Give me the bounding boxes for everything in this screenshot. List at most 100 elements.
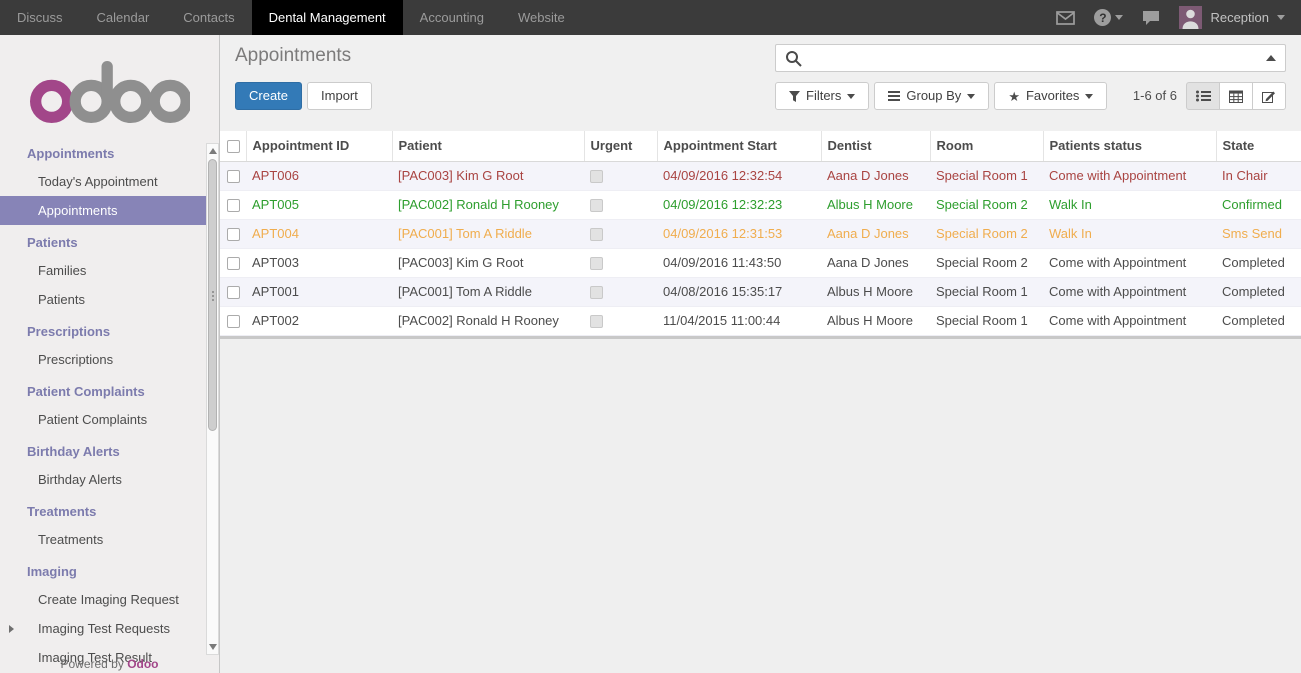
column-header-patients-status[interactable]: Patients status — [1043, 131, 1216, 161]
cell-patient[interactable]: [PAC002] Ronald H Rooney — [392, 190, 584, 219]
sidebar-item-treatments[interactable]: Treatments — [0, 525, 219, 554]
cell-status[interactable]: Come with Appointment — [1043, 248, 1216, 277]
column-header-urgent[interactable]: Urgent — [584, 131, 657, 161]
row-checkbox[interactable] — [227, 199, 240, 212]
column-header-patient[interactable]: Patient — [392, 131, 584, 161]
cell-status[interactable]: Walk In — [1043, 190, 1216, 219]
cell-room[interactable]: Special Room 1 — [930, 161, 1043, 190]
cell-patient[interactable]: [PAC001] Tom A Riddle — [392, 219, 584, 248]
cell-id[interactable]: APT003 — [246, 248, 392, 277]
cell-dentist[interactable]: Albus H Moore — [821, 190, 930, 219]
sidebar-item-imaging-test-requests[interactable]: Imaging Test Requests — [0, 614, 219, 643]
cell-start[interactable]: 04/09/2016 12:31:53 — [657, 219, 821, 248]
row-checkbox[interactable] — [227, 170, 240, 183]
scrollbar-thumb[interactable] — [208, 159, 217, 431]
row-checkbox[interactable] — [227, 286, 240, 299]
column-header-dentist[interactable]: Dentist — [821, 131, 930, 161]
cell-room[interactable]: Special Room 2 — [930, 190, 1043, 219]
row-checkbox[interactable] — [227, 228, 240, 241]
cell-id[interactable]: APT001 — [246, 277, 392, 306]
table-row-apt004[interactable]: APT004[PAC001] Tom A Riddle04/09/2016 12… — [220, 219, 1301, 248]
menu-item-contacts[interactable]: Contacts — [166, 0, 251, 35]
favorites-button[interactable]: ★ Favorites — [994, 82, 1107, 110]
menu-item-dental-management[interactable]: Dental Management — [252, 0, 403, 35]
envelope-icon[interactable] — [1056, 11, 1075, 25]
cell-start[interactable]: 04/08/2016 15:35:17 — [657, 277, 821, 306]
column-header-room[interactable]: Room — [930, 131, 1043, 161]
list-view-button[interactable] — [1186, 82, 1220, 110]
sidebar-item-appointments[interactable]: Appointments — [0, 196, 219, 225]
cell-dentist[interactable]: Aana D Jones — [821, 161, 930, 190]
sidebar-item-prescriptions[interactable]: Prescriptions — [0, 345, 219, 374]
cell-start[interactable]: 11/04/2015 11:00:44 — [657, 306, 821, 335]
cell-status[interactable]: Come with Appointment — [1043, 306, 1216, 335]
user-menu[interactable]: Reception — [1179, 6, 1285, 29]
row-checkbox[interactable] — [227, 257, 240, 270]
column-header-appointment-id[interactable]: Appointment ID — [246, 131, 392, 161]
table-row-apt002[interactable]: APT002[PAC002] Ronald H Rooney 11/04/2015… — [220, 306, 1301, 335]
sidebar-item-patient-complaints[interactable]: Patient Complaints — [0, 405, 219, 434]
import-button[interactable]: Import — [307, 82, 372, 110]
cell-status[interactable]: Come with Appointment — [1043, 161, 1216, 190]
sidebar-item-families[interactable]: Families — [0, 256, 219, 285]
cell-dentist[interactable]: Albus H Moore — [821, 306, 930, 335]
cell-patient[interactable]: [PAC001] Tom A Riddle — [392, 277, 584, 306]
form-edit-button[interactable] — [1252, 82, 1286, 110]
search-expand-caret-icon[interactable] — [1266, 55, 1276, 61]
cell-urgent[interactable] — [584, 306, 657, 335]
column-header-state[interactable]: State — [1216, 131, 1301, 161]
menu-item-discuss[interactable]: Discuss — [0, 0, 80, 35]
table-row-apt001[interactable]: APT001[PAC001] Tom A Riddle 04/08/2016 15… — [220, 277, 1301, 306]
search-input[interactable] — [809, 51, 1266, 66]
cell-state[interactable]: In Chair — [1216, 161, 1301, 190]
table-row-apt006[interactable]: APT006[PAC003] Kim G Root04/09/2016 12:3… — [220, 161, 1301, 190]
chevron-right-icon[interactable] — [9, 625, 14, 633]
help-menu-button[interactable]: ? — [1094, 9, 1123, 26]
cell-state[interactable]: Completed — [1216, 306, 1301, 335]
cell-room[interactable]: Special Room 1 — [930, 306, 1043, 335]
group-by-button[interactable]: Group By — [874, 82, 989, 110]
cell-status[interactable]: Walk In — [1043, 219, 1216, 248]
cell-dentist[interactable]: Aana D Jones — [821, 219, 930, 248]
cell-urgent[interactable] — [584, 248, 657, 277]
sidebar-item-birthday-alerts[interactable]: Birthday Alerts — [0, 465, 219, 494]
menu-item-calendar[interactable]: Calendar — [80, 0, 167, 35]
cell-room[interactable]: Special Room 2 — [930, 219, 1043, 248]
select-all-checkbox[interactable] — [227, 140, 240, 153]
cell-patient[interactable]: [PAC003] Kim G Root — [392, 248, 584, 277]
cell-urgent[interactable] — [584, 219, 657, 248]
column-header-appointment-start[interactable]: Appointment Start — [657, 131, 821, 161]
table-row-apt005[interactable]: APT005[PAC002] Ronald H Rooney 04/09/2016… — [220, 190, 1301, 219]
cell-status[interactable]: Come with Appointment — [1043, 277, 1216, 306]
cell-start[interactable]: 04/09/2016 12:32:23 — [657, 190, 821, 219]
cell-room[interactable]: Special Room 1 — [930, 277, 1043, 306]
calendar-view-button[interactable] — [1219, 82, 1253, 110]
scroll-down-icon[interactable] — [209, 644, 217, 650]
cell-state[interactable]: Sms Send — [1216, 219, 1301, 248]
cell-id[interactable]: APT005 — [246, 190, 392, 219]
odoo-brand-text[interactable]: Odoo — [127, 657, 158, 671]
chat-icon[interactable] — [1142, 10, 1160, 26]
cell-dentist[interactable]: Albus H Moore — [821, 277, 930, 306]
row-checkbox[interactable] — [227, 315, 240, 328]
cell-state[interactable]: Confirmed — [1216, 190, 1301, 219]
filters-button[interactable]: Filters — [775, 82, 869, 110]
cell-id[interactable]: APT002 — [246, 306, 392, 335]
sidebar-item-patients[interactable]: Patients — [0, 285, 219, 314]
scroll-up-icon[interactable] — [209, 148, 217, 154]
cell-patient[interactable]: [PAC002] Ronald H Rooney — [392, 306, 584, 335]
cell-room[interactable]: Special Room 2 — [930, 248, 1043, 277]
cell-urgent[interactable] — [584, 190, 657, 219]
table-row-apt003[interactable]: APT003[PAC003] Kim G Root 04/09/2016 11:4… — [220, 248, 1301, 277]
sidebar-scrollbar[interactable] — [206, 143, 219, 655]
cell-start[interactable]: 04/09/2016 11:43:50 — [657, 248, 821, 277]
menu-item-website[interactable]: Website — [501, 0, 582, 35]
cell-id[interactable]: APT006 — [246, 161, 392, 190]
create-button[interactable]: Create — [235, 82, 302, 110]
cell-urgent[interactable] — [584, 161, 657, 190]
cell-state[interactable]: Completed — [1216, 248, 1301, 277]
sidebar-item-today-s-appointment[interactable]: Today's Appointment — [0, 167, 219, 196]
cell-start[interactable]: 04/09/2016 12:32:54 — [657, 161, 821, 190]
sidebar-item-create-imaging-request[interactable]: Create Imaging Request — [0, 585, 219, 614]
cell-urgent[interactable] — [584, 277, 657, 306]
